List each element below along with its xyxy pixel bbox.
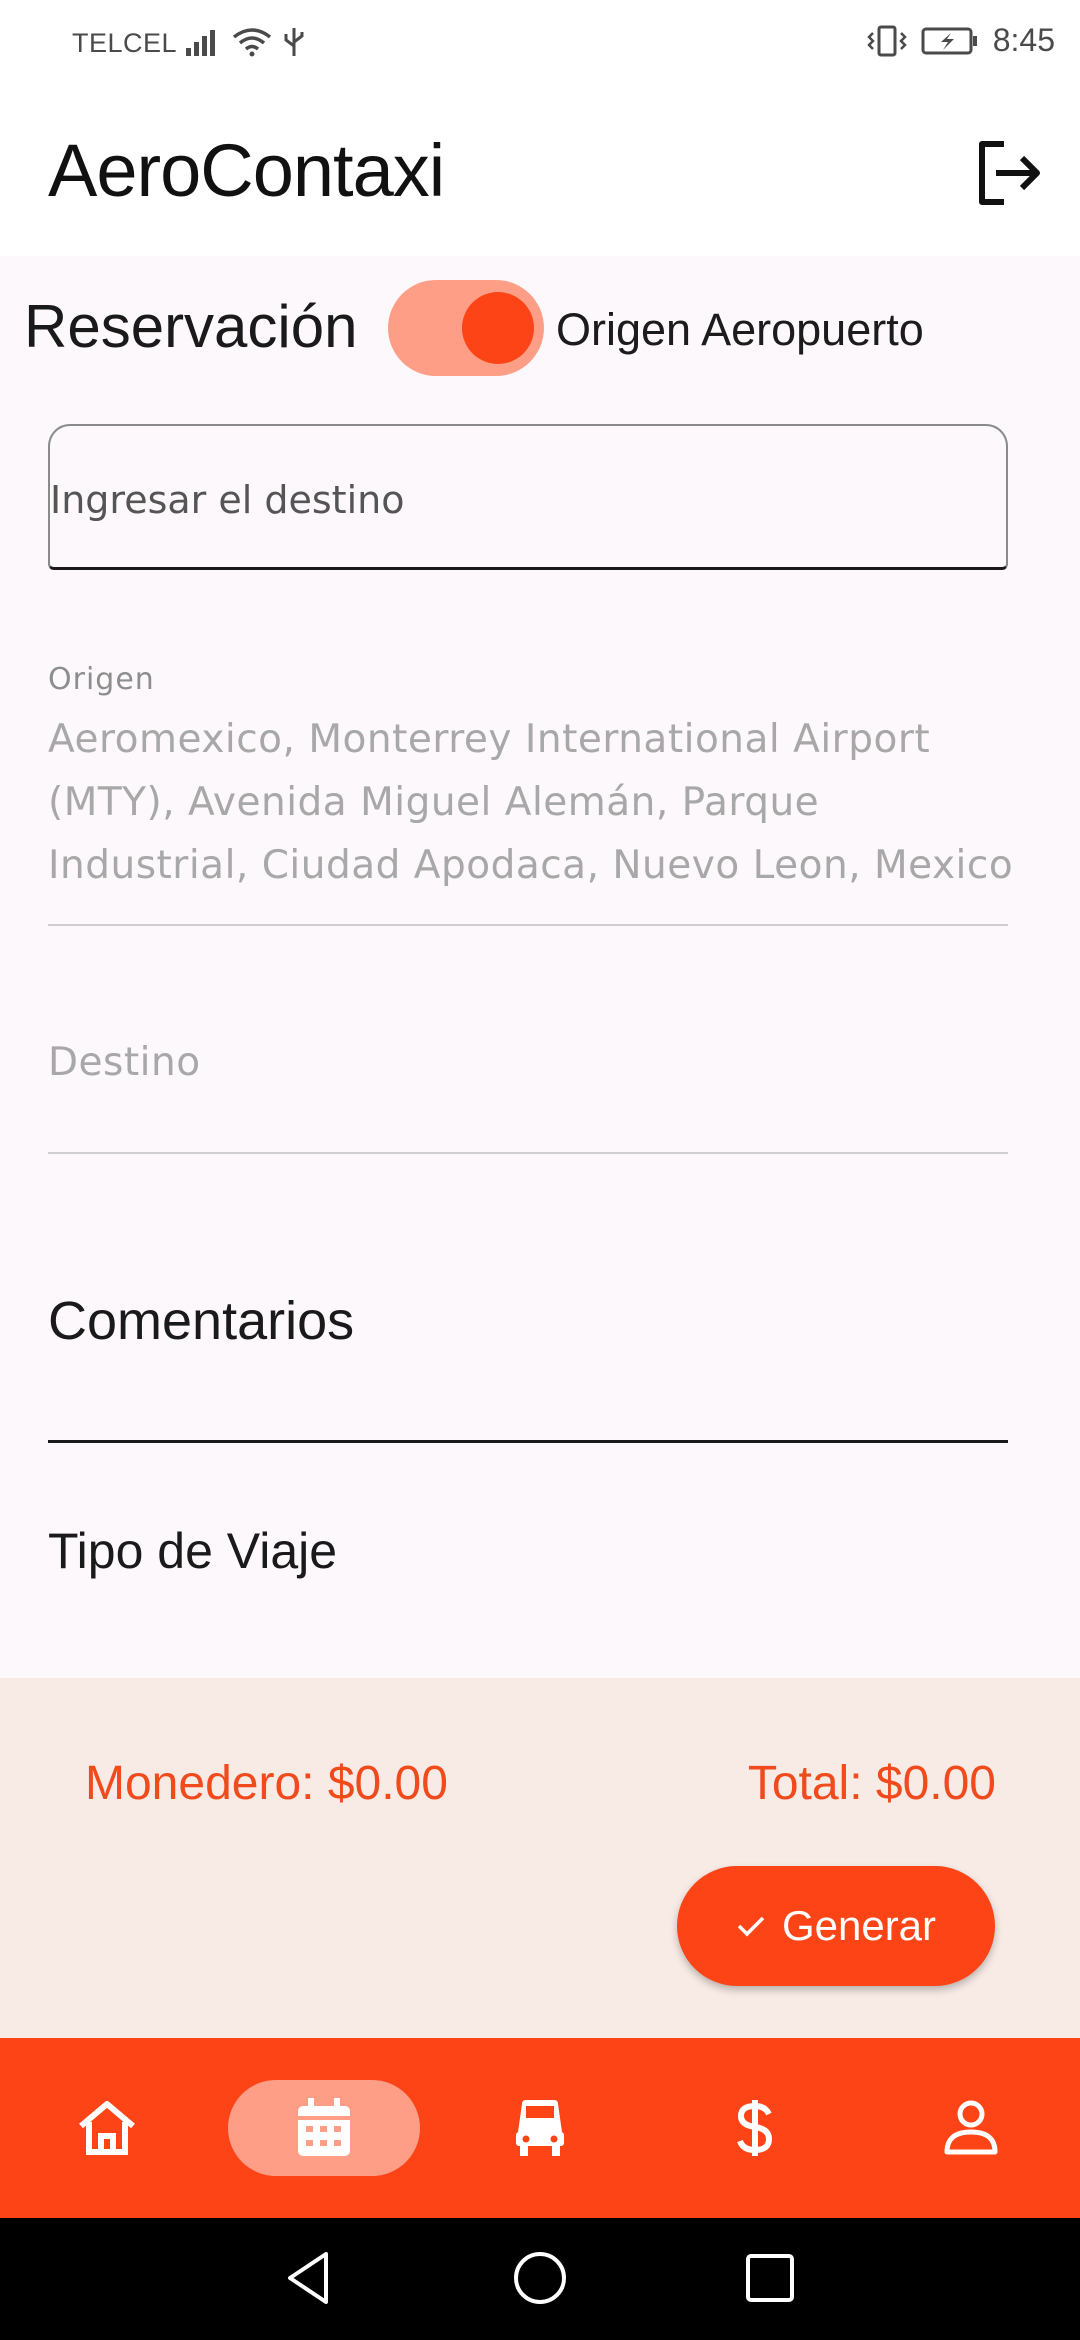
destino-divider (48, 1152, 1008, 1154)
vibrate-icon (866, 25, 907, 56)
signal-icon (186, 30, 215, 56)
usb-icon (284, 28, 304, 56)
nav-home[interactable] (59, 2080, 155, 2176)
toggle-knob (462, 292, 534, 364)
generar-button[interactable]: Generar (677, 1866, 995, 1986)
battery-icon (921, 27, 977, 54)
bottom-nav (0, 2038, 1080, 2218)
recents-icon[interactable] (740, 2248, 800, 2308)
generar-label: Generar (781, 1902, 937, 1949)
check-icon (737, 1916, 765, 1937)
status-bar: TELCEL 8:45 (0, 0, 1080, 90)
reservation-row: Reservación Origen Aeropuerto (0, 280, 1080, 380)
origin-value: Aeromexico, Monterrey International Airp… (48, 717, 1014, 888)
carrier-name: TELCEL (72, 28, 178, 58)
calendar-icon (298, 2098, 350, 2156)
logout-icon[interactable] (974, 138, 1044, 208)
reservation-label: Reservación (24, 293, 358, 360)
wifi-icon (232, 28, 272, 57)
dollar-icon (737, 2100, 773, 2156)
car-icon (516, 2100, 564, 2156)
screen: TELCEL 8:45 AeroContaxi Reservación Orig… (0, 0, 1080, 2340)
person-icon (944, 2100, 998, 2155)
nav-trips[interactable] (492, 2080, 588, 2176)
home-icon (79, 2101, 135, 2155)
comentarios-field[interactable]: Comentarios (48, 1290, 354, 1352)
app-title: AeroContaxi (48, 129, 445, 212)
clock: 8:45 (992, 22, 1055, 58)
summary-panel: Monedero: $0.00 Total: $0.00 Generar (0, 1678, 1080, 2038)
total-amount: Total: $0.00 (747, 1757, 996, 1810)
origin-label: Origen (48, 662, 155, 697)
destino-field[interactable]: Destino (48, 1040, 201, 1085)
home-circle-icon[interactable] (510, 2248, 570, 2308)
tipo-viaje-label: Tipo de Viaje (48, 1523, 338, 1579)
system-nav-bar (0, 2218, 1080, 2340)
back-icon[interactable] (280, 2248, 340, 2308)
origin-divider (48, 924, 1008, 926)
app-bar: AeroContaxi (0, 90, 1080, 256)
destination-input-placeholder: Ingresar el destino (50, 478, 405, 522)
comentarios-divider (48, 1440, 1008, 1443)
monedero-amount: Monedero: $0.00 (85, 1757, 448, 1810)
origin-airport-toggle[interactable] (388, 280, 544, 376)
nav-payments[interactable] (707, 2080, 803, 2176)
nav-profile[interactable] (923, 2080, 1019, 2176)
nav-reservations[interactable] (276, 2080, 372, 2176)
toggle-label: Origen Aeropuerto (556, 304, 924, 355)
